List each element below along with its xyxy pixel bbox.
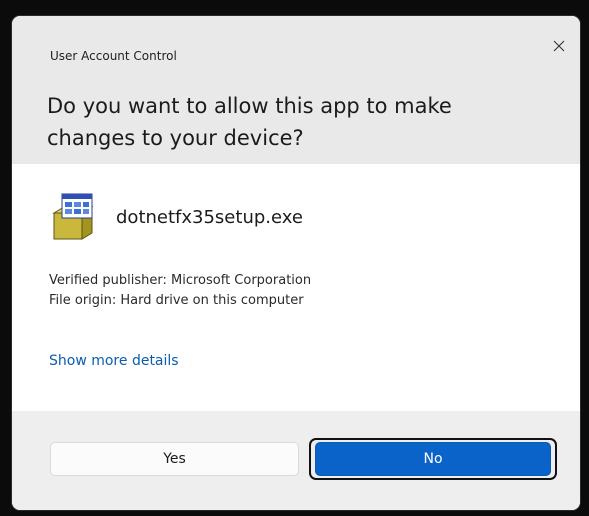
app-info: Verified publisher: Microsoft Corporatio… xyxy=(49,271,311,311)
dialog-footer: Yes No xyxy=(12,411,580,510)
publisher-text: Verified publisher: Microsoft Corporatio… xyxy=(49,273,312,288)
app-row: dotnetfx35setup.exe xyxy=(48,190,303,244)
dialog-question: Do you want to allow this app to make ch… xyxy=(47,94,452,150)
origin-text: File origin: Hard drive on this computer xyxy=(49,293,304,308)
dialog-header: User Account Control Do you want to allo… xyxy=(12,16,580,164)
uac-dialog: User Account Control Do you want to allo… xyxy=(12,16,580,510)
yes-button[interactable]: Yes xyxy=(50,442,299,476)
close-icon xyxy=(553,40,565,52)
installer-icon xyxy=(52,193,94,240)
no-button[interactable]: No xyxy=(315,442,551,476)
close-button[interactable] xyxy=(544,32,574,60)
show-more-details-link[interactable]: Show more details xyxy=(49,353,179,369)
app-name: dotnetfx35setup.exe xyxy=(116,206,303,228)
dialog-caption: User Account Control xyxy=(50,49,177,63)
